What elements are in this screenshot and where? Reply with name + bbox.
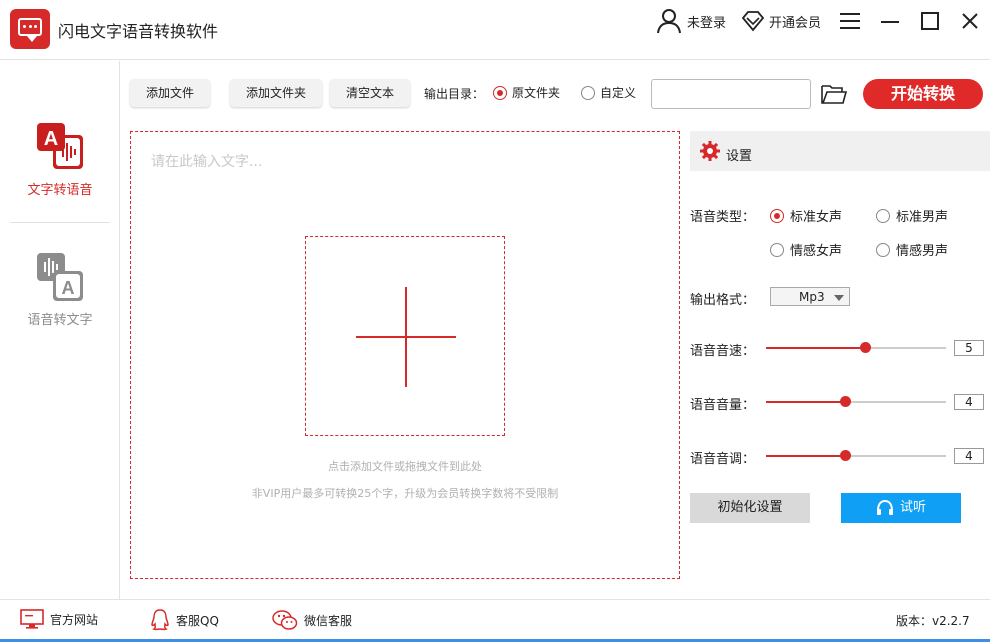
radio-label: 原文件夹 [512, 86, 561, 100]
sidebar-item-speech-to-text[interactable]: A 语音转文字 [0, 251, 120, 328]
output-format-label: 输出格式： [690, 293, 756, 308]
maximize-button[interactable] [917, 8, 943, 34]
close-button[interactable] [957, 8, 983, 34]
slider-fill [766, 401, 846, 403]
minimize-button[interactable] [877, 8, 903, 34]
radio-label: 情感男声 [896, 244, 949, 259]
settings-title: 设置 [726, 149, 753, 164]
radio-unchecked-icon [581, 85, 595, 100]
file-drop-zone[interactable] [305, 236, 505, 436]
output-path-input[interactable] [651, 79, 811, 109]
radio-unchecked-icon [770, 242, 784, 257]
pitch-label: 语音音调： [690, 452, 756, 467]
radio-unchecked-icon [876, 208, 890, 223]
text-placeholder: 请在此输入文字... [151, 154, 263, 170]
pitch-value-box[interactable]: 4 [954, 448, 984, 464]
drop-hint: 点击添加文件或拖拽文件到此处 [328, 460, 482, 473]
wechat-icon [272, 610, 298, 630]
speed-value-box[interactable]: 5 [954, 340, 984, 356]
qq-support-link[interactable]: 客服QQ [150, 609, 219, 631]
sidebar-item-label: 文字转语音 [27, 183, 93, 198]
status-bar: 官方网站 客服QQ 微信客服 版本：v2.2.7 [0, 599, 990, 642]
folder-open-icon [821, 85, 848, 104]
reset-settings-button[interactable]: 初始化设置 [690, 493, 810, 523]
start-convert-button[interactable]: 开始转换 [863, 79, 983, 109]
volume-value-box[interactable]: 4 [954, 394, 984, 410]
wechat-support-link[interactable]: 微信客服 [272, 609, 352, 631]
svg-text:A: A [44, 128, 58, 150]
menu-button[interactable] [837, 8, 863, 34]
radio-original-folder[interactable]: 原文件夹 [493, 84, 560, 101]
monitor-icon [20, 609, 44, 629]
add-file-button[interactable]: 添加文件 [130, 79, 211, 107]
slider-handle[interactable] [860, 342, 871, 353]
radio-label: 标准女声 [790, 210, 843, 225]
radio-emotional-male[interactable]: 情感男声 [876, 240, 948, 259]
speech-to-text-icon: A [37, 253, 83, 301]
minimize-icon [881, 21, 899, 23]
title-bar: 闪电文字语音转换软件 未登录 开通会员 [0, 0, 990, 60]
wechat-label: 微信客服 [304, 613, 353, 628]
vip-button[interactable]: 开通会员 [742, 8, 821, 34]
slider-handle[interactable] [840, 396, 852, 407]
add-folder-button[interactable]: 添加文件夹 [230, 79, 323, 107]
pitch-slider[interactable] [766, 450, 946, 461]
text-to-speech-icon: A [37, 123, 83, 169]
radio-checked-icon [493, 85, 507, 100]
speed-slider[interactable] [766, 342, 946, 353]
svg-text:A: A [62, 278, 75, 298]
website-label: 官方网站 [50, 612, 99, 627]
sidebar-item-label: 语音转文字 [27, 313, 93, 328]
radio-standard-female[interactable]: 标准女声 [770, 206, 842, 225]
app-title: 闪电文字语音转换软件 [58, 22, 219, 41]
radio-emotional-female[interactable]: 情感女声 [770, 240, 842, 259]
slider-handle[interactable] [840, 450, 852, 461]
diamond-icon [742, 11, 764, 32]
radio-standard-male[interactable]: 标准男声 [876, 206, 948, 225]
hamburger-menu-icon [840, 13, 860, 29]
settings-header: 设置 [690, 131, 990, 171]
maximize-icon [921, 12, 939, 30]
website-link[interactable]: 官方网站 [20, 609, 98, 629]
speed-label: 语音音速： [690, 344, 756, 359]
output-format-value: Mp3 [799, 290, 825, 304]
login-button[interactable]: 未登录 [656, 8, 726, 34]
preview-listen-button[interactable]: 试听 [841, 493, 961, 523]
text-input-area[interactable]: 请在此输入文字... 点击添加文件或拖拽文件到此处 非VIP用户最多可转换25个… [130, 131, 680, 579]
clear-text-button[interactable]: 清空文本 [330, 79, 411, 107]
volume-slider[interactable] [766, 396, 946, 407]
sidebar-divider [10, 222, 110, 223]
vip-limit-hint: 非VIP用户最多可转换25个字，升级为会员转换字数将不受限制 [251, 487, 559, 500]
radio-checked-icon [770, 208, 784, 223]
radio-label: 情感女声 [790, 244, 843, 259]
radio-label: 标准男声 [896, 210, 949, 225]
gear-icon [700, 141, 720, 161]
app-window: 闪电文字语音转换软件 未登录 开通会员 A 文字转语音 A 语音转文字 添加文件… [0, 0, 990, 642]
sidebar: A 文字转语音 A 语音转文字 [0, 61, 120, 599]
headphones-icon [876, 500, 893, 515]
version-label: 版本：v2.2.7 [896, 614, 970, 628]
output-format-select[interactable]: Mp3 [770, 287, 850, 306]
browse-folder-button[interactable] [820, 81, 848, 107]
qq-penguin-icon [151, 609, 169, 631]
listen-label: 试听 [899, 500, 926, 515]
sidebar-item-text-to-speech[interactable]: A 文字转语音 [0, 121, 120, 198]
vip-label: 开通会员 [769, 15, 822, 31]
close-icon [962, 13, 978, 29]
radio-label: 自定义 [600, 86, 637, 100]
chevron-down-icon [834, 295, 844, 301]
output-dir-label: 输出目录： [424, 87, 485, 101]
volume-label: 语音音量： [690, 398, 756, 413]
slider-fill [766, 347, 865, 349]
qq-label: 客服QQ [176, 613, 219, 628]
user-icon [657, 9, 681, 34]
app-logo-icon [10, 9, 50, 49]
plus-icon-vertical [405, 287, 407, 387]
radio-unchecked-icon [876, 242, 890, 257]
radio-custom-folder[interactable]: 自定义 [581, 84, 636, 101]
voice-type-label: 语音类型： [690, 210, 756, 225]
slider-fill [766, 455, 846, 457]
login-label: 未登录 [687, 15, 727, 31]
